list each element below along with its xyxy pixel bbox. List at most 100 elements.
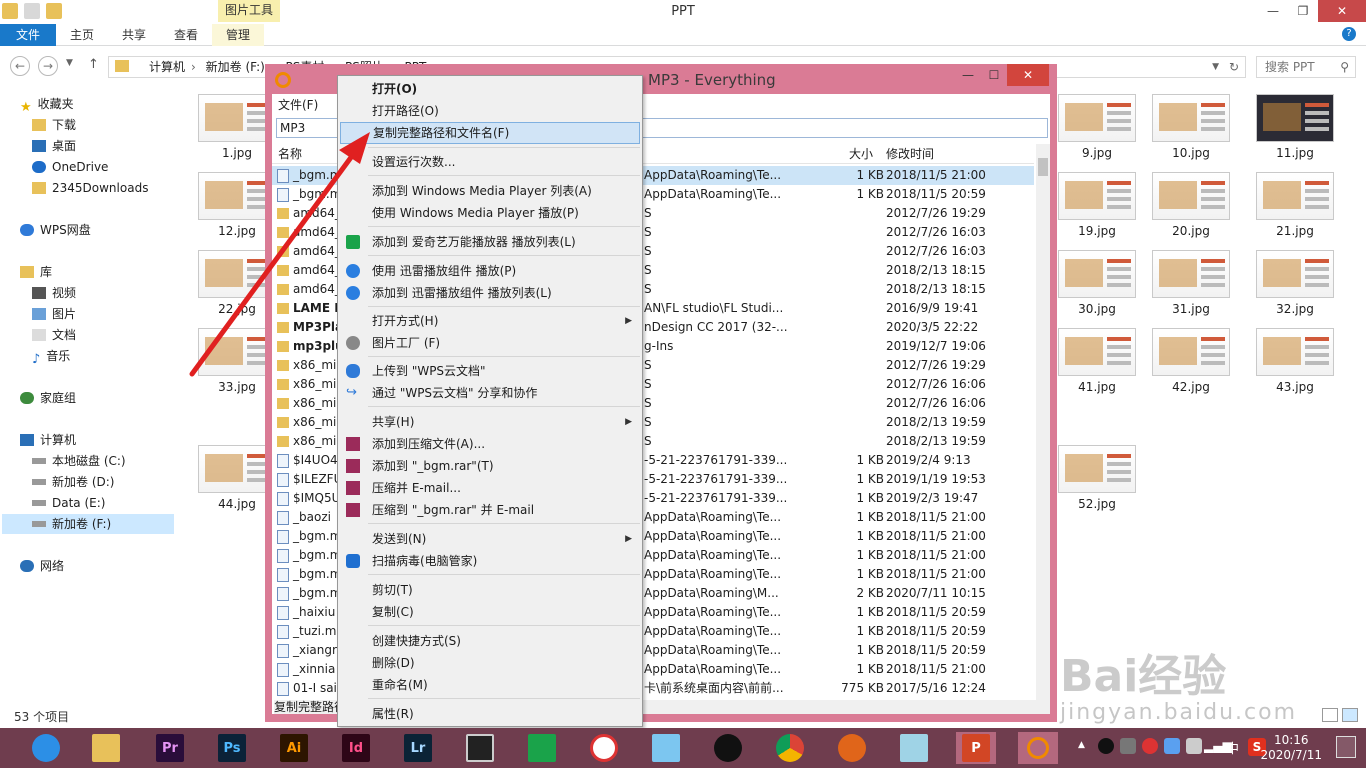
video-editor-icon[interactable]	[460, 732, 500, 764]
thumbnail-43[interactable]: 43.jpg	[1256, 328, 1334, 394]
menu-wmp-add[interactable]: 添加到 Windows Media Player 列表(A)	[340, 180, 640, 202]
menu-create-shortcut[interactable]: 创建快捷方式(S)	[340, 630, 640, 652]
menu-share[interactable]: 共享(H) ▶	[340, 411, 640, 433]
menu-open-with[interactable]: 打开方式(H) ▶	[340, 310, 640, 332]
thumbnail-32[interactable]: 32.jpg	[1256, 250, 1334, 316]
scrollbar-thumb[interactable]	[1038, 158, 1048, 176]
lightroom-icon[interactable]: Lr	[398, 732, 438, 764]
recent-chevron-icon[interactable]: ▼	[66, 58, 73, 68]
nav-wps-drive[interactable]: WPS网盘	[20, 220, 91, 240]
column-size[interactable]: 大小	[849, 144, 873, 164]
menu-rename[interactable]: 重命名(M)	[340, 674, 640, 696]
qq-tray-icon[interactable]	[1098, 738, 1114, 754]
menu-rar-add[interactable]: 添加到压缩文件(A)...	[340, 433, 640, 455]
nav-drive-e[interactable]: Data (E:)	[32, 493, 105, 513]
menu-rar-add-named[interactable]: 添加到 "_bgm.rar"(T)	[340, 455, 640, 477]
breadcrumb-computer[interactable]: 计算机	[149, 60, 185, 74]
illustrator-icon[interactable]: Ai	[274, 732, 314, 764]
system-clock[interactable]: 10:16 2020/7/11	[1260, 733, 1322, 763]
menu-wmp-play[interactable]: 使用 Windows Media Player 播放(P)	[340, 202, 640, 224]
file-explorer-icon[interactable]	[86, 732, 126, 764]
menu-image-factory[interactable]: 图片工厂 (F)	[340, 332, 640, 354]
thumbnail-10[interactable]: 10.jpg	[1152, 94, 1230, 160]
menu-set-run-count[interactable]: 设置运行次数...	[340, 151, 640, 173]
tray-app-icon[interactable]	[1186, 738, 1202, 754]
tray-app-icon[interactable]	[1120, 738, 1136, 754]
tab-manage[interactable]: 管理	[212, 24, 265, 46]
close-button[interactable]: ✕	[1007, 64, 1049, 86]
search-input[interactable]: 搜索 PPT ⚲	[1256, 56, 1356, 78]
menu-rar-email-named[interactable]: 压缩到 "_bgm.rar" 并 E-mail	[340, 499, 640, 521]
menu-send-to[interactable]: 发送到(N) ▶	[340, 528, 640, 550]
chrome-icon[interactable]	[770, 732, 810, 764]
close-button[interactable]: ✕	[1318, 0, 1366, 22]
qq-icon[interactable]	[708, 732, 748, 764]
back-button[interactable]: ←	[10, 56, 30, 76]
menu-open[interactable]: 打开(O)	[340, 78, 640, 100]
menu-delete[interactable]: 删除(D)	[340, 652, 640, 674]
nav-documents[interactable]: 文档	[32, 325, 76, 345]
thumbnail-9[interactable]: 9.jpg	[1058, 94, 1136, 160]
tab-file[interactable]: 文件	[0, 24, 56, 46]
up-arrow-icon[interactable]: ↑	[88, 57, 99, 72]
minimize-button[interactable]: —	[1258, 0, 1288, 22]
menu-copy[interactable]: 复制(C)	[340, 601, 640, 623]
tab-share[interactable]: 共享	[108, 24, 160, 46]
tray-expand-icon[interactable]: ▲	[1078, 740, 1085, 750]
menu-properties[interactable]: 属性(R)	[340, 703, 640, 725]
menu-copy-full-path[interactable]: 复制完整路径和文件名(F)	[340, 122, 640, 144]
nav-library[interactable]: 库	[20, 262, 52, 282]
powerpoint-icon[interactable]: P	[956, 732, 996, 764]
tray-app-icon[interactable]	[1164, 738, 1180, 754]
help-icon[interactable]: ?	[1342, 27, 1356, 41]
tray-app-icon[interactable]	[1142, 738, 1158, 754]
thumbnail-52[interactable]: 52.jpg	[1058, 445, 1136, 511]
nav-drive-f[interactable]: 新加卷 (F:)	[2, 514, 174, 534]
menu-virus-scan[interactable]: 扫描病毒(电脑管家)	[340, 550, 640, 572]
menu-open-path[interactable]: 打开路径(O)	[340, 100, 640, 122]
menu-iqiyi-add[interactable]: 添加到 爱奇艺万能播放器 播放列表(L)	[340, 231, 640, 253]
nav-computer[interactable]: 计算机	[20, 430, 76, 450]
maximize-button[interactable]: ❐	[1288, 0, 1318, 22]
thumbnail-21[interactable]: 21.jpg	[1256, 172, 1334, 238]
menu-xunlei-play[interactable]: 使用 迅雷播放组件 播放(P)	[340, 260, 640, 282]
tab-view[interactable]: 查看	[160, 24, 212, 46]
nav-drive-c[interactable]: 本地磁盘 (C:)	[32, 451, 126, 471]
menu-wps-upload[interactable]: 上传到 "WPS云文档"	[340, 360, 640, 382]
nav-music[interactable]: ♪ 音乐	[32, 346, 70, 367]
menu-rar-email[interactable]: 压缩并 E-mail...	[340, 477, 640, 499]
column-modified[interactable]: 修改时间	[886, 144, 934, 164]
crystal-app-icon[interactable]	[894, 732, 934, 764]
chat-app-icon[interactable]	[646, 732, 686, 764]
thumbnail-20[interactable]: 20.jpg	[1152, 172, 1230, 238]
nav-desktop[interactable]: 桌面	[32, 136, 76, 156]
thumbnail-41[interactable]: 41.jpg	[1058, 328, 1136, 394]
menu-wps-share[interactable]: ↪ 通过 "WPS云文档" 分享和协作	[340, 382, 640, 404]
notification-icon[interactable]	[1336, 736, 1356, 758]
nav-network[interactable]: 网络	[20, 556, 64, 576]
green-app-icon[interactable]	[522, 732, 562, 764]
ime-indicator[interactable]: 中	[1226, 738, 1239, 757]
column-name[interactable]: 名称	[278, 144, 302, 164]
nav-drive-d[interactable]: 新加卷 (D:)	[32, 472, 114, 492]
nav-homegroup[interactable]: 家庭组	[20, 388, 76, 408]
nav-downloads[interactable]: 下载	[32, 115, 76, 135]
nav-favorites[interactable]: ★ 收藏夹	[20, 94, 74, 115]
maximize-button[interactable]: ☐	[981, 64, 1007, 86]
refresh-icon[interactable]: ↻	[1229, 57, 1239, 77]
everything-taskbar-icon[interactable]	[1018, 732, 1058, 764]
vertical-scrollbar[interactable]	[1036, 144, 1050, 700]
photoshop-icon[interactable]: Ps	[212, 732, 252, 764]
thumbnail-11[interactable]: 11.jpg	[1256, 94, 1334, 160]
forward-button[interactable]: →	[38, 56, 58, 76]
start-browser-icon[interactable]	[26, 732, 66, 764]
everything-menu-file[interactable]: 文件(F)	[272, 94, 318, 116]
indesign-icon[interactable]: Id	[336, 732, 376, 764]
firefox-icon[interactable]	[832, 732, 872, 764]
chevron-down-icon[interactable]: ▼	[1212, 57, 1219, 77]
thumbnail-19[interactable]: 19.jpg	[1058, 172, 1136, 238]
tab-home[interactable]: 主页	[56, 24, 108, 46]
nav-onedrive[interactable]: OneDrive	[32, 157, 108, 177]
minimize-button[interactable]: —	[955, 64, 981, 86]
thumbnail-30[interactable]: 30.jpg	[1058, 250, 1136, 316]
